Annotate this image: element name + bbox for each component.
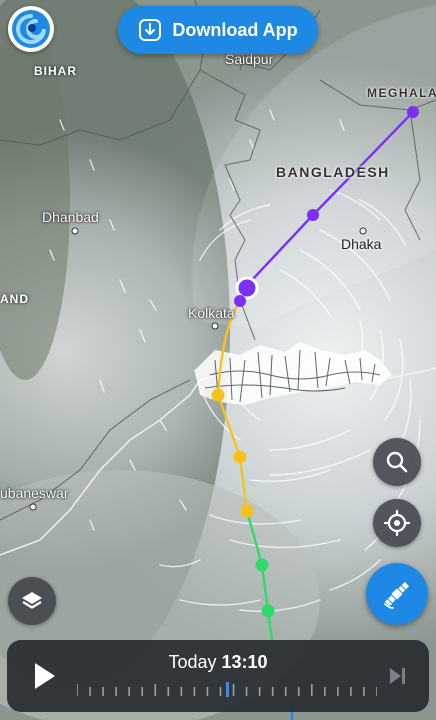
satellite-button[interactable] [366, 563, 428, 625]
app-logo-icon [12, 10, 50, 48]
layers-icon [22, 592, 42, 609]
download-app-button[interactable]: Download App [118, 6, 318, 54]
track-point[interactable] [255, 558, 269, 572]
locate-icon [384, 510, 410, 536]
timeline-day: Today [168, 652, 217, 672]
skip-end-button[interactable] [385, 664, 409, 688]
track-point[interactable] [307, 209, 319, 221]
label-dhaka: Dhaka [341, 236, 382, 252]
skip-end-icon [390, 668, 405, 684]
search-icon [386, 451, 408, 473]
download-app-label: Download App [172, 19, 298, 40]
label-bihar: BIHAR [34, 64, 77, 78]
track-point[interactable] [234, 295, 246, 307]
label-meghalaya: MEGHALA [367, 86, 436, 100]
timeline-panel: Today 13:10 [7, 640, 429, 712]
timeline-time: Today 13:10 [7, 652, 429, 673]
label-bangladesh: BANGLADESH [276, 164, 390, 180]
search-button[interactable] [373, 438, 421, 486]
label-kolkata: Kolkata [188, 305, 235, 321]
app-logo-button[interactable] [8, 6, 54, 52]
track-point[interactable] [261, 604, 275, 618]
label-dhanbad: Dhanbad [42, 209, 99, 225]
track-point[interactable] [233, 450, 247, 464]
label-land: AND [0, 292, 29, 306]
locate-button[interactable] [373, 499, 421, 547]
timeline-progress-marker[interactable] [226, 682, 229, 697]
bhubaneswar-marker [29, 503, 37, 511]
layers-button[interactable] [8, 577, 56, 625]
dhanbad-marker [71, 227, 79, 235]
dhaka-marker [359, 227, 367, 235]
timeline-scrubber[interactable] [77, 682, 377, 698]
kolkata-marker [211, 322, 219, 330]
track-point[interactable] [407, 106, 419, 118]
label-bhubaneswar: ubaneswar [0, 485, 69, 501]
map-attribution [0, 712, 436, 720]
track-point[interactable] [211, 388, 225, 402]
satellite-icon [384, 581, 410, 609]
download-icon [139, 19, 162, 41]
track-point[interactable] [240, 504, 254, 518]
timeline-clock: 13:10 [221, 652, 268, 672]
weather-map[interactable] [0, 0, 436, 720]
